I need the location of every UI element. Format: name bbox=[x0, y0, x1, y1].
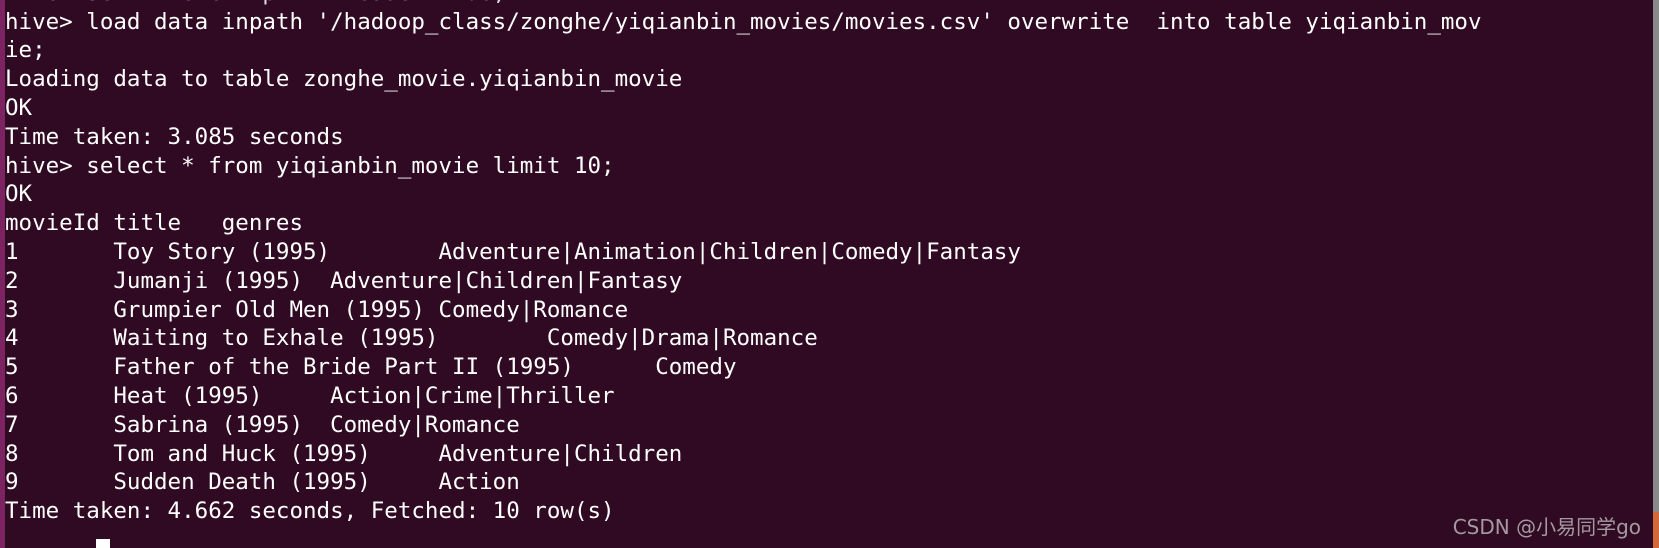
terminal-line-table-header: movieId title genres bbox=[5, 210, 304, 237]
terminal-line: Time taken: 4.662 seconds, Fetched: 10 r… bbox=[5, 498, 615, 525]
terminal-line: Loading data to table zonghe_movie.yiqia… bbox=[5, 66, 683, 93]
terminal-line-table-row: 4 Waiting to Exhale (1995) Comedy|Drama|… bbox=[5, 325, 818, 352]
terminal-line-table-row: 7 Sabrina (1995) Comedy|Romance bbox=[5, 411, 520, 438]
terminal-window: hive> set hive.cli.print.header=true; hi… bbox=[0, 0, 1659, 548]
terminal-line-table-row: 5 Father of the Bride Part II (1995) Com… bbox=[5, 354, 737, 381]
terminal-line: OK bbox=[5, 95, 33, 121]
terminal-line: ie; bbox=[5, 37, 46, 64]
terminal-line: hive> select * from yiqianbin_movie limi… bbox=[5, 152, 615, 179]
text-cursor bbox=[96, 539, 110, 548]
terminal-line-table-row: 6 Heat (1995) Action|Crime|Thriller bbox=[5, 383, 615, 409]
terminal-line: hive> load data inpath '/hadoop_class/zo… bbox=[5, 8, 1482, 35]
terminal-screen[interactable]: hive> set hive.cli.print.header=true; hi… bbox=[5, 0, 1653, 548]
terminal-line-table-row: 3 Grumpier Old Men (1995) Comedy|Romance bbox=[5, 296, 629, 323]
terminal-line-table-row: 2 Jumanji (1995) Adventure|Children|Fant… bbox=[5, 267, 683, 294]
terminal-line: OK bbox=[5, 181, 33, 208]
scrollbar-thumb[interactable] bbox=[1653, 512, 1659, 548]
terminal-line-table-row: 1 Toy Story (1995) Adventure|Animation|C… bbox=[5, 239, 1021, 265]
csdn-watermark: CSDN @小易同学go bbox=[1452, 515, 1641, 539]
window-left-edge bbox=[0, 0, 5, 548]
terminal-line-table-row: 9 Sudden Death (1995) Action bbox=[5, 469, 520, 496]
terminal-line-table-row: 8 Tom and Huck (1995) Adventure|Children bbox=[5, 440, 683, 467]
window-right-edge bbox=[1653, 0, 1659, 548]
terminal-line: Time taken: 3.085 seconds bbox=[5, 123, 344, 150]
